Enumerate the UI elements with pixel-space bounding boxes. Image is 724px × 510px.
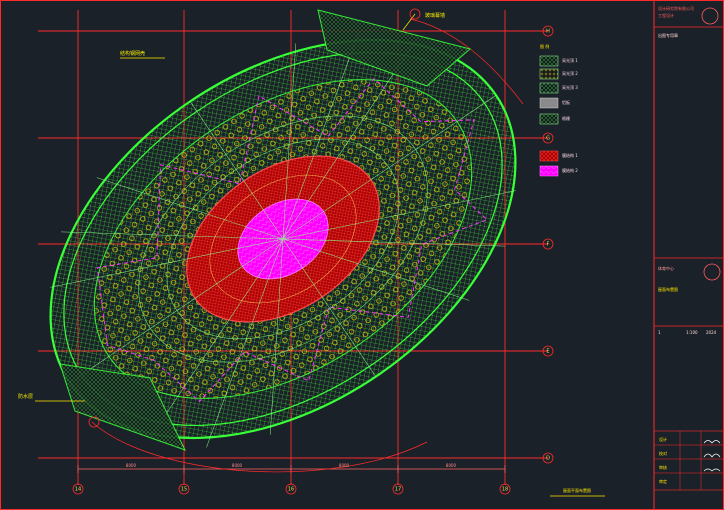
role-1: 校对 <box>659 450 667 456</box>
bottom-title: 屋面平面布置图 <box>563 487 591 493</box>
legend-swatch-5 <box>539 150 559 162</box>
signature-0 <box>703 440 721 444</box>
legend-item-4: 格栅 <box>562 115 570 121</box>
legend-title: 图 例 <box>540 43 549 49</box>
scale-label: 1:100 <box>686 330 698 335</box>
grid-label-bottom-0: 14 <box>75 487 81 493</box>
signature-2 <box>703 468 721 472</box>
dimension-label-0: 8000 <box>126 463 137 468</box>
legend-swatch-6 <box>539 165 559 177</box>
cad-drawing: H G F E D 14 15 16 17 18 8000 8000 8000 … <box>0 0 724 510</box>
grid-labels-right: H G F E D <box>546 29 550 462</box>
grid-label-bottom-4: 18 <box>502 487 508 493</box>
grid-label-right-2: F <box>547 242 550 248</box>
callout-bottom: 防水层 <box>18 393 33 400</box>
role-3: 审定 <box>659 478 667 484</box>
seal-icon <box>701 7 719 25</box>
drawing-svg: H G F E D 14 15 16 17 18 8000 8000 8000 … <box>0 0 724 510</box>
legend-swatch-1 <box>539 68 559 80</box>
legend-item-6: 膜结构 2 <box>562 167 578 173</box>
company-sub: 工程设计 <box>658 12 674 18</box>
legend-swatch-0 <box>539 55 559 67</box>
grid-label-right-1: G <box>546 136 550 142</box>
grid-label-right-4: D <box>546 456 550 462</box>
title-block: 设计研究院有限公司 工程设计 出图专用章 体育中心 屋面布置图 1 1:100 … <box>653 5 724 491</box>
grid-label-bottom-2: 16 <box>288 487 294 493</box>
legend-swatch-3 <box>539 97 559 109</box>
role-0: 设计 <box>659 436 667 442</box>
dimension-label-1: 8000 <box>232 463 243 468</box>
grid-label-bottom-3: 17 <box>395 487 401 493</box>
grid-labels-bottom: 14 15 16 17 18 <box>75 487 508 493</box>
dimension-label-3: 8000 <box>446 463 457 468</box>
callout-top: 玻璃幕墙 <box>425 12 445 19</box>
callout-left: 结构钢网壳 <box>120 50 145 57</box>
legend-item-3: 铝板 <box>562 99 570 105</box>
stamp-text: 出图专用章 <box>658 32 678 38</box>
grid-label-right-0: H <box>546 29 550 35</box>
title-block-frame <box>653 0 724 510</box>
sheet-no-label: 1 <box>658 330 661 335</box>
date-label: 2024 <box>706 330 717 335</box>
seal-icon-2 <box>703 263 721 281</box>
legend-item-0: 采光顶 1 <box>562 57 578 63</box>
legend-item-5: 膜结构 1 <box>562 152 578 158</box>
project-name: 体育中心 <box>658 265 674 271</box>
legend-swatch-4 <box>539 113 559 125</box>
signature-1 <box>703 453 721 458</box>
role-2: 审核 <box>659 464 667 470</box>
company-top: 设计研究院有限公司 <box>658 5 694 11</box>
grid-label-bottom-1: 15 <box>181 487 187 493</box>
legend-swatch-2 <box>539 82 559 94</box>
legend: 图 例 采光顶 1 采光顶 2 采光顶 3 铝板 格栅 膜结构 1 膜结构 2 <box>539 43 578 177</box>
legend-item-1: 采光顶 2 <box>562 70 578 76</box>
grid-label-right-3: E <box>546 349 549 355</box>
legend-item-2: 采光顶 3 <box>562 84 578 90</box>
drawing-name: 屋面布置图 <box>658 286 678 292</box>
dimension-label-2: 8000 <box>339 463 350 468</box>
